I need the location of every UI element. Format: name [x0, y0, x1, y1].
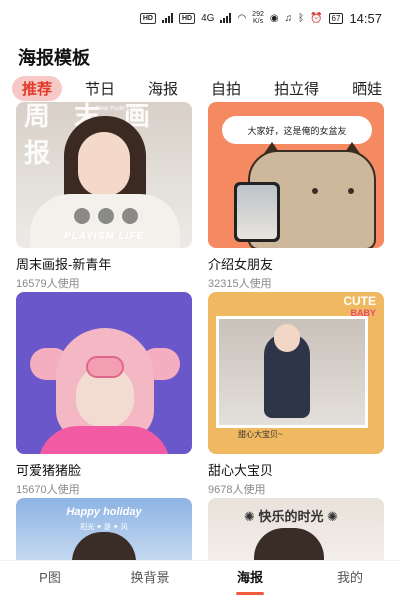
- template-thumbnail[interactable]: 大家好，这是俺的女盆友: [208, 102, 384, 248]
- hd-badge-2: HD: [178, 12, 196, 24]
- nav-photo-edit[interactable]: P图: [0, 561, 100, 600]
- thumbnail-caption: 甜心大宝贝~: [238, 430, 283, 439]
- template-thumbnail[interactable]: ✺ 快乐的时光 ✺: [208, 498, 384, 562]
- thumbnail-title-text: CUTE: [343, 294, 376, 308]
- template-name: 甜心大宝贝: [208, 463, 274, 478]
- wifi-icon: ◠: [237, 12, 247, 24]
- tab-festival[interactable]: 节日: [75, 76, 125, 101]
- bear-icon: [122, 208, 138, 224]
- clock: 14:57: [349, 10, 382, 26]
- status-icons: HD HD 4G ◠ 292 K/s ◉ ♫ ᛒ ⏰ 67 14:57: [139, 10, 382, 26]
- template-usage-count: 16579人使用: [16, 278, 80, 290]
- template-thumbnail[interactable]: CUTE BABY 甜心大宝贝~: [208, 292, 384, 454]
- phone-icon: [234, 182, 280, 242]
- status-bar: HD HD 4G ◠ 292 K/s ◉ ♫ ᛒ ⏰ 67 14:57: [0, 0, 400, 36]
- bluetooth-icon: ᛒ: [298, 12, 305, 24]
- nav-poster[interactable]: 海报: [200, 561, 300, 600]
- template-card[interactable]: 大家好，这是俺的女盆友 介绍女朋友 32315人使用: [208, 102, 384, 291]
- thumbnail-subtitle-text: 阳光 ✦ 是 ✦ 风: [80, 524, 128, 531]
- speech-bubble: 大家好，这是俺的女盆友: [222, 116, 372, 144]
- template-name: 可爱猪猪脸: [16, 463, 82, 478]
- signal-icon: [161, 13, 173, 23]
- template-name: 周末画报-新青年: [16, 257, 112, 272]
- thumbnail-face: [78, 132, 130, 196]
- template-thumbnail[interactable]: 周末画报 New Youth China PLAYISM LIFE: [16, 102, 192, 248]
- pig-costume-body: [38, 426, 170, 454]
- template-usage-count: 9678人使用: [208, 484, 266, 496]
- template-card[interactable]: Happy holiday 阳光 ✦ 是 ✦ 风: [16, 498, 192, 562]
- thumbnail-hair: [254, 528, 324, 562]
- tab-polaroid[interactable]: 拍立得: [264, 76, 329, 101]
- tab-kids[interactable]: 晒娃: [342, 76, 392, 101]
- bear-icon: [98, 208, 114, 224]
- template-thumbnail[interactable]: [16, 292, 192, 454]
- template-usage-count: 15670人使用: [16, 484, 80, 496]
- template-card[interactable]: 周末画报 New Youth China PLAYISM LIFE 周末画报-新…: [16, 102, 192, 291]
- tab-recommended[interactable]: 推荐: [12, 75, 63, 101]
- thumbnail-caption: PLAYISM LIFE: [63, 231, 145, 242]
- template-thumbnail[interactable]: Happy holiday 阳光 ✦ 是 ✦ 风: [16, 498, 192, 562]
- bottom-nav: P图 换背景 海报 我的: [0, 560, 400, 600]
- net-speed-unit: K/s: [252, 18, 264, 25]
- page-title: 海报模板: [18, 48, 90, 68]
- eye-icon: ◉: [269, 12, 279, 24]
- template-card[interactable]: ✺ 快乐的时光 ✺: [208, 498, 384, 562]
- net-speed: 292 K/s: [252, 11, 264, 25]
- thumbnail-title-text: ✺ 快乐的时光 ✺: [244, 509, 339, 524]
- nav-profile[interactable]: 我的: [300, 561, 400, 600]
- bell-off-icon: ♫: [284, 12, 293, 24]
- template-name: 介绍女朋友: [208, 257, 274, 272]
- network-type-label: 4G: [201, 12, 215, 24]
- template-grid: 周末画报 New Youth China PLAYISM LIFE 周末画报-新…: [0, 102, 400, 562]
- template-card[interactable]: CUTE BABY 甜心大宝贝~ 甜心大宝贝 9678人使用: [208, 292, 384, 497]
- hd-badge: HD: [139, 12, 156, 24]
- template-usage-count: 32315人使用: [208, 278, 272, 290]
- tab-poster[interactable]: 海报: [138, 76, 188, 101]
- template-card[interactable]: 可爱猪猪脸 15670人使用: [16, 292, 192, 497]
- tab-selfie[interactable]: 自拍: [201, 76, 251, 101]
- category-tabs: 推荐 节日 海报 自拍 拍立得 晒娃: [0, 74, 400, 102]
- kid-face: [274, 324, 300, 352]
- thumbnail-hair: [72, 532, 136, 562]
- cat-eye: [348, 188, 354, 194]
- alarm-icon: ⏰: [310, 12, 323, 24]
- battery-icon: 67: [328, 12, 344, 24]
- thumbnail-title-text: Happy holiday: [66, 506, 142, 518]
- nav-change-background[interactable]: 换背景: [100, 561, 200, 600]
- signal-icon-2: [220, 13, 232, 23]
- phone-screen: [237, 185, 277, 239]
- cat-eye: [312, 188, 318, 194]
- net-speed-value: 292: [252, 11, 264, 18]
- thumbnail-subtitle-text: New Youth China: [96, 106, 143, 112]
- pig-snout-icon: [86, 356, 124, 378]
- bear-icon: [74, 208, 90, 224]
